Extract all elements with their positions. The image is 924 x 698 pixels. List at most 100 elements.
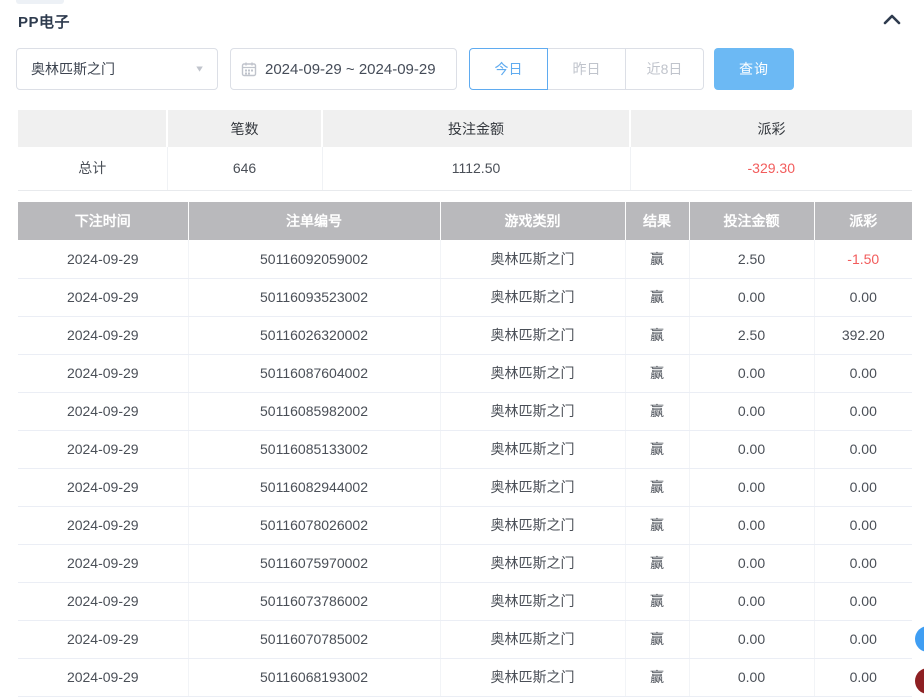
chevron-up-icon [882, 12, 902, 31]
cell-bet-id: 50116070785002 [188, 620, 441, 659]
cell-bet-id: 50116082944002 [188, 468, 441, 507]
summary-col-bet-amount: 投注金额 [322, 110, 631, 147]
cell-payout: 0.00 [814, 544, 912, 583]
date-range-input[interactable]: 2024-09-29 ~ 2024-09-29 [230, 48, 457, 90]
table-row: 2024-09-29 50116078026002 奥林匹斯之门赢 0.00 0.00 [18, 506, 912, 545]
records-col-payout: 派彩 [814, 202, 912, 240]
cell-bet-time: 2024-09-29 [18, 240, 189, 279]
cell-bet-time: 2024-09-29 [18, 354, 189, 393]
cell-bet-id: 50116078026002 [188, 506, 441, 545]
cell-bet-id: 50116085133002 [188, 430, 441, 469]
table-row: 2024-09-29 50116026320002 奥林匹斯之门赢 2.50 392.2… [18, 316, 912, 355]
cell-bet-amount: 0.00 [689, 468, 815, 507]
cell-payout: -1.50 [814, 240, 912, 279]
cell-result: 赢 [625, 582, 690, 621]
cell-bet-time: 2024-09-29 [18, 658, 189, 697]
quick-date-button-group: 今日 昨日 近8日 [469, 48, 704, 90]
today-button[interactable]: 今日 [469, 48, 548, 90]
cell-game-category: 奥林匹斯之门 [440, 316, 626, 355]
cell-game-category: 奥林匹斯之门 [440, 506, 626, 545]
summary-payout-value: -329.30 [630, 147, 912, 191]
table-row: 2024-09-29 50116087604002 奥林匹斯之门赢 0.00 0.00 [18, 354, 912, 393]
cell-bet-amount: 0.00 [689, 278, 815, 317]
summary-count-value: 646 [167, 147, 323, 191]
summary-col-count: 笔数 [167, 110, 323, 147]
table-row: 2024-09-29 50116068193002 奥林匹斯之门赢 0.00 0.00 [18, 658, 912, 697]
search-button[interactable]: 查询 [714, 48, 794, 90]
summary-col-empty [18, 110, 168, 147]
cell-payout: 0.00 [814, 582, 912, 621]
cell-bet-time: 2024-09-29 [18, 620, 189, 659]
cell-result: 赢 [625, 240, 690, 279]
cell-game-category: 奥林匹斯之门 [440, 240, 626, 279]
cell-game-category: 奥林匹斯之门 [440, 620, 626, 659]
table-row: 2024-09-29 50116082944002 奥林匹斯之门赢 0.00 0.00 [18, 468, 912, 507]
cell-result: 赢 [625, 392, 690, 431]
table-row: 2024-09-29 50116085133002 奥林匹斯之门赢 0.00 0.00 [18, 430, 912, 469]
cell-result: 赢 [625, 658, 690, 697]
table-row: 2024-09-29 50116092059002 奥林匹斯之门赢 2.50 -1.50 [18, 240, 912, 279]
cell-game-category: 奥林匹斯之门 [440, 354, 626, 393]
cell-payout: 0.00 [814, 430, 912, 469]
cell-bet-time: 2024-09-29 [18, 316, 189, 355]
top-edge-fragment [16, 0, 64, 4]
cell-result: 赢 [625, 278, 690, 317]
date-range-value: 2024-09-29 ~ 2024-09-29 [265, 60, 436, 78]
cell-result: 赢 [625, 620, 690, 659]
records-col-game-category: 游戏类别 [440, 202, 626, 240]
summary-table: 笔数 投注金额 派彩 总计 646 1112.50 -329.30 [18, 110, 912, 191]
cell-game-category: 奥林匹斯之门 [440, 278, 626, 317]
cell-game-category: 奥林匹斯之门 [440, 430, 626, 469]
records-col-bet-amount: 投注金额 [689, 202, 815, 240]
table-row: 2024-09-29 50116070785002 奥林匹斯之门赢 0.00 0.00 [18, 620, 912, 659]
calendar-icon [241, 61, 257, 77]
cell-game-category: 奥林匹斯之门 [440, 544, 626, 583]
cell-bet-amount: 0.00 [689, 430, 815, 469]
cell-bet-id: 50116068193002 [188, 658, 441, 697]
summary-col-payout: 派彩 [630, 110, 912, 147]
last-8-days-button[interactable]: 近8日 [625, 48, 704, 90]
collapse-panel-button[interactable] [882, 12, 906, 31]
yesterday-button[interactable]: 昨日 [547, 48, 626, 90]
cell-bet-id: 50116092059002 [188, 240, 441, 279]
cell-result: 赢 [625, 316, 690, 355]
cell-bet-amount: 0.00 [689, 354, 815, 393]
table-row: 2024-09-29 50116085982002 奥林匹斯之门赢 0.00 0.00 [18, 392, 912, 431]
cell-bet-amount: 0.00 [689, 620, 815, 659]
cell-payout: 0.00 [814, 506, 912, 545]
cell-game-category: 奥林匹斯之门 [440, 658, 626, 697]
pp-dianzi-panel: PP电子 奥林匹斯之门 ▼ 2024-09-29 ~ 2024-09-29 今日… [0, 0, 924, 698]
table-row: 2024-09-29 50116093523002 奥林匹斯之门赢 0.00 0.00 [18, 278, 912, 317]
cell-game-category: 奥林匹斯之门 [440, 468, 626, 507]
records-col-bet-time: 下注时间 [18, 202, 189, 240]
table-row: 2024-09-29 50116073786002 奥林匹斯之门赢 0.00 0.00 [18, 582, 912, 621]
summary-header-row: 笔数 投注金额 派彩 [18, 110, 912, 147]
cell-result: 赢 [625, 468, 690, 507]
panel-title: PP电子 [18, 13, 71, 31]
cell-bet-id: 50116026320002 [188, 316, 441, 355]
cell-bet-id: 50116075970002 [188, 544, 441, 583]
cell-payout: 392.20 [814, 316, 912, 355]
cell-bet-id: 50116087604002 [188, 354, 441, 393]
game-select-value: 奥林匹斯之门 [31, 61, 115, 77]
records-col-result: 结果 [625, 202, 690, 240]
records-table: 下注时间 注单编号 游戏类别 结果 投注金额 派彩 2024-09-29 501160920… [18, 202, 912, 697]
cell-payout: 0.00 [814, 620, 912, 659]
game-select[interactable]: 奥林匹斯之门 ▼ [16, 48, 218, 90]
cell-payout: 0.00 [814, 392, 912, 431]
cell-bet-amount: 2.50 [689, 316, 815, 355]
cell-bet-id: 50116085982002 [188, 392, 441, 431]
cell-bet-id: 50116093523002 [188, 278, 441, 317]
records-header-row: 下注时间 注单编号 游戏类别 结果 投注金额 派彩 [18, 202, 912, 240]
cell-bet-amount: 0.00 [689, 582, 815, 621]
cell-result: 赢 [625, 430, 690, 469]
cell-bet-time: 2024-09-29 [18, 278, 189, 317]
table-row: 2024-09-29 50116075970002 奥林匹斯之门赢 0.00 0.00 [18, 544, 912, 583]
cell-result: 赢 [625, 506, 690, 545]
cell-bet-time: 2024-09-29 [18, 544, 189, 583]
cell-bet-time: 2024-09-29 [18, 582, 189, 621]
cell-result: 赢 [625, 354, 690, 393]
cell-payout: 0.00 [814, 278, 912, 317]
cell-bet-amount: 2.50 [689, 240, 815, 279]
panel-header: PP电子 [18, 8, 906, 34]
